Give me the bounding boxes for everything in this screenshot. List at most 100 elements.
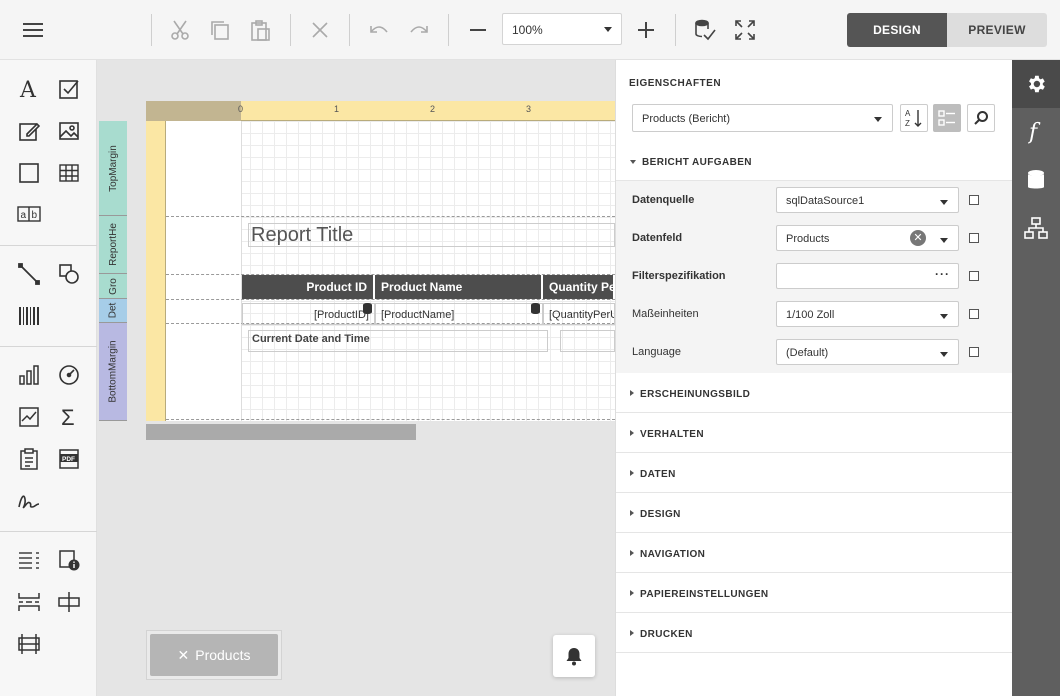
checkbox-tool-icon[interactable] [51, 71, 87, 107]
copy-icon[interactable] [200, 10, 240, 50]
zoom-out-icon[interactable] [458, 10, 498, 50]
chevron-down-icon [940, 352, 948, 357]
categories-icon [938, 110, 955, 126]
preview-mode-button[interactable]: PREVIEW [947, 13, 1047, 47]
undo-icon[interactable] [359, 10, 399, 50]
property-checkbox[interactable] [969, 233, 979, 243]
cell-product-id[interactable]: [ProductID] [242, 303, 375, 325]
categorized-button[interactable] [933, 104, 961, 132]
section-behavior[interactable]: VERHALTEN [616, 413, 1012, 453]
subreport-tool-icon[interactable] [11, 441, 47, 477]
validate-icon[interactable] [685, 10, 725, 50]
datasource-select[interactable]: sqlDataSource1 [776, 187, 959, 213]
panel-tool-icon[interactable] [11, 155, 47, 191]
property-checkbox[interactable] [969, 195, 979, 205]
svg-text:b: b [32, 210, 38, 221]
signature-tool-icon[interactable] [11, 483, 47, 519]
header-quantity-per[interactable]: Quantity Per [543, 275, 615, 299]
chart-tool-icon[interactable] [11, 357, 47, 393]
redo-icon[interactable] [399, 10, 439, 50]
property-checkbox[interactable] [969, 309, 979, 319]
line-tool-icon[interactable] [11, 256, 47, 292]
function-icon[interactable]: f [1012, 108, 1060, 156]
clear-icon[interactable]: ✕ [910, 230, 926, 246]
units-select[interactable]: 1/100 Zoll [776, 301, 959, 327]
search-icon [974, 111, 988, 125]
cross-band-box-tool-icon[interactable] [11, 626, 47, 662]
horizontal-scrollbar[interactable] [146, 424, 416, 440]
cross-band-line-tool-icon[interactable] [51, 584, 87, 620]
section-navigation[interactable]: NAVIGATION [616, 533, 1012, 573]
database-icon[interactable] [1012, 156, 1060, 204]
report-tab[interactable]: ✕ Products [146, 630, 282, 680]
datamember-select[interactable]: Products ✕ [776, 225, 959, 251]
header-product-name[interactable]: Product Name [375, 275, 543, 299]
property-label: Datenfeld [632, 232, 683, 244]
ruler-number: 1 [334, 104, 340, 114]
sort-alphabetical-button[interactable]: AZ [900, 104, 928, 132]
page-info-field[interactable] [560, 330, 615, 352]
design-mode-button[interactable]: DESIGN [847, 13, 947, 47]
section-printing[interactable]: DRUCKEN [616, 613, 1012, 653]
report-title-label[interactable]: Report Title [248, 223, 615, 247]
sparkline-tool-icon[interactable] [11, 399, 47, 435]
language-select[interactable]: (Default) [776, 339, 959, 365]
cut-icon[interactable] [160, 10, 200, 50]
search-button[interactable] [967, 104, 995, 132]
date-time-label[interactable]: Current Date and Time [248, 330, 548, 352]
hierarchy-icon[interactable] [1012, 204, 1060, 252]
section-appearance[interactable]: ERSCHEINUNGSBILD [616, 373, 1012, 413]
richtext-tool-icon[interactable] [11, 113, 47, 149]
page-info-tool-icon[interactable] [51, 542, 87, 578]
filter-editor[interactable]: ··· [776, 263, 959, 289]
object-selector[interactable]: Products (Bericht) [632, 104, 893, 132]
band-label-detail[interactable]: Det [99, 299, 127, 323]
band-label-reportheader[interactable]: ReportHe [99, 216, 127, 274]
property-checkbox[interactable] [969, 347, 979, 357]
section-page-settings[interactable]: PAPIEREINSTELLUNGEN [616, 573, 1012, 613]
zoom-in-icon[interactable] [626, 10, 666, 50]
close-icon[interactable]: ✕ [178, 647, 190, 664]
section-design[interactable]: DESIGN [616, 493, 1012, 533]
report-tasks-body: Datenquelle sqlDataSource1 Datenfeld Pro… [616, 181, 1012, 373]
paste-icon[interactable] [240, 10, 280, 50]
chevron-down-icon [940, 200, 948, 205]
svg-text:a: a [21, 210, 27, 221]
zoom-select[interactable]: 100% [502, 13, 622, 45]
gauge-tool-icon[interactable] [51, 357, 87, 393]
section-report-tasks[interactable]: BERICHT AUFGABEN [616, 141, 1012, 181]
cell-product-name[interactable]: [ProductName] [375, 303, 543, 325]
page-break-tool-icon[interactable] [11, 584, 47, 620]
gear-icon[interactable] [1012, 60, 1060, 108]
picture-tool-icon[interactable] [51, 113, 87, 149]
properties-panel: EIGENSCHAFTEN Products (Bericht) AZ BERI… [615, 60, 1012, 696]
band-label-topmargin[interactable]: TopMargin [99, 121, 127, 216]
band-label-bottommargin[interactable]: BottomMargin [99, 323, 127, 421]
property-row: Language (Default) [616, 333, 1012, 371]
delete-icon[interactable] [300, 10, 340, 50]
cell-quantity-per[interactable]: [QuantityPerU [543, 303, 615, 325]
character-comb-tool-icon[interactable]: ab [11, 196, 47, 232]
ruler-number: 3 [526, 104, 532, 114]
design-canvas[interactable]: 0 1 2 3 TopMargin ReportHe Gro Det Botto… [97, 60, 615, 696]
section-data[interactable]: DATEN [616, 453, 1012, 493]
table-tool-icon[interactable] [51, 155, 87, 191]
label-tool-icon[interactable]: A [11, 71, 47, 107]
summary-tool-icon[interactable]: Σ [51, 399, 87, 435]
horizontal-ruler: 0 1 2 3 [146, 101, 615, 121]
shape-tool-icon[interactable] [51, 256, 87, 292]
fullscreen-icon[interactable] [725, 10, 765, 50]
svg-text:PDF: PDF [62, 456, 75, 463]
property-checkbox[interactable] [969, 271, 979, 281]
menu-icon[interactable] [13, 10, 53, 50]
notification-button[interactable] [553, 635, 595, 677]
barcode-tool-icon[interactable] [11, 298, 47, 334]
top-toolbar: 100% DESIGN PREVIEW [0, 0, 1060, 60]
report-surface[interactable] [166, 121, 615, 421]
header-product-id[interactable]: Product ID [242, 275, 375, 299]
table-of-contents-tool-icon[interactable] [11, 542, 47, 578]
band-label-groupheader[interactable]: Gro [99, 274, 127, 299]
pdf-tool-icon[interactable]: PDF [51, 441, 87, 477]
chevron-down-icon [604, 27, 612, 32]
ellipsis-icon[interactable]: ··· [935, 267, 950, 281]
